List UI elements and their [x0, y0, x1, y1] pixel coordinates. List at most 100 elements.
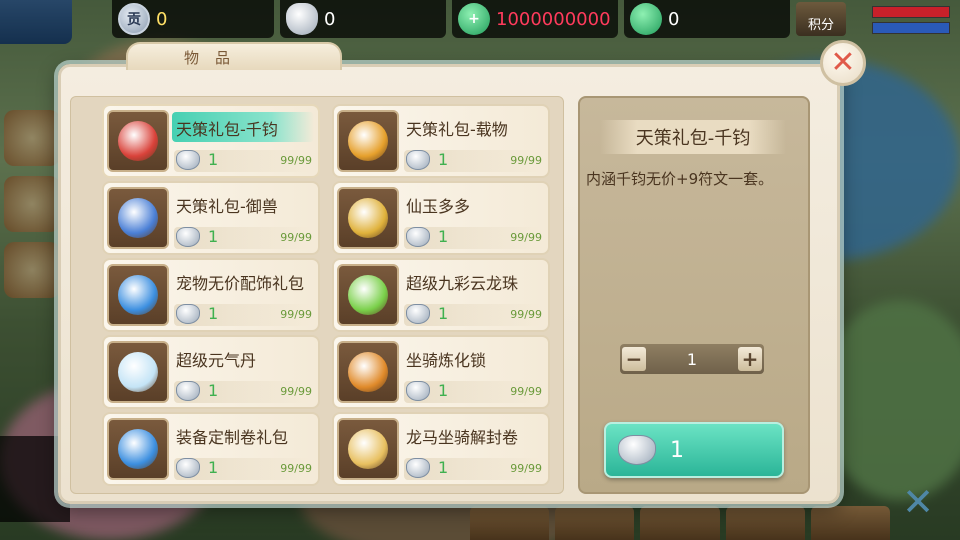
locked-jade-icon [630, 3, 662, 35]
item-card[interactable]: 超级九彩云龙珠 1 99/99 [332, 258, 550, 332]
item-card[interactable]: 龙马坐骑解封卷 1 99/99 [332, 412, 550, 486]
item-card[interactable]: 宠物无价配饰礼包 1 99/99 [102, 258, 320, 332]
quantity-value[interactable]: 1 [687, 350, 697, 369]
item-price: 1 [208, 227, 219, 246]
quantity-stepper: − 1 + [620, 344, 764, 374]
item-card[interactable]: 装备定制卷礼包 1 99/99 [102, 412, 320, 486]
close-icon: ✕ [830, 45, 856, 80]
item-card[interactable]: 坐骑炼化锁 1 99/99 [332, 335, 550, 409]
silver-icon [176, 381, 200, 401]
silver-icon [406, 458, 430, 478]
gift-icon [348, 198, 388, 238]
item-name: 宠物无价配饰礼包 [176, 274, 305, 293]
item-icon [107, 187, 169, 249]
item-name: 超级九彩云龙珠 [406, 274, 519, 293]
item-icon [107, 341, 169, 403]
gift-icon [118, 429, 158, 469]
item-name: 天策礼包-千钧 [176, 120, 278, 139]
buy-button[interactable]: 1 [604, 422, 784, 478]
item-icon [107, 264, 169, 326]
silver-currency: 0 [280, 0, 446, 38]
item-stock: 99/99 [280, 462, 312, 475]
item-price: 1 [438, 150, 449, 169]
item-stock: 99/99 [510, 231, 542, 244]
item-card[interactable]: 仙玉多多 1 99/99 [332, 181, 550, 255]
item-price: 1 [438, 381, 449, 400]
silver-icon [406, 150, 430, 170]
silver-icon [618, 435, 656, 465]
gong-icon: 贡 [118, 3, 150, 35]
item-price: 1 [438, 227, 449, 246]
item-icon [107, 418, 169, 480]
silver-icon [406, 381, 430, 401]
gift-icon [118, 198, 158, 238]
jade-add-icon[interactable]: + [458, 3, 490, 35]
gift-icon [348, 121, 388, 161]
item-name: 仙玉多多 [406, 197, 471, 216]
gift-icon [118, 352, 158, 392]
mp-bar [872, 22, 950, 34]
item-name: 装备定制卷礼包 [176, 428, 289, 447]
locked-jade-currency: 0 [624, 0, 790, 38]
item-name: 天策礼包-载物 [406, 120, 508, 139]
jade-value: 1000000000 [496, 8, 611, 30]
status-bars [872, 6, 950, 36]
item-card[interactable]: 天策礼包-千钧 1 99/99 [102, 104, 320, 178]
silver-value: 0 [324, 8, 336, 30]
item-name: 龙马坐骑解封卷 [406, 428, 519, 447]
gift-icon [348, 275, 388, 315]
gift-icon [118, 121, 158, 161]
gong-currency: 贡 0 [112, 0, 274, 38]
silver-icon [176, 304, 200, 324]
gift-icon [348, 429, 388, 469]
tab-items[interactable]: 物品 [126, 42, 342, 70]
item-price: 1 [438, 304, 449, 323]
gong-value: 0 [156, 8, 168, 30]
silver-icon [176, 227, 200, 247]
item-card[interactable]: 天策礼包-载物 1 99/99 [332, 104, 550, 178]
locked-jade-value: 0 [668, 8, 680, 30]
item-stock: 99/99 [280, 308, 312, 321]
item-icon [337, 341, 399, 403]
item-stock: 99/99 [510, 154, 542, 167]
item-name: 超级元气丹 [176, 351, 257, 370]
item-name: 坐骑炼化锁 [406, 351, 487, 370]
item-stock: 99/99 [510, 308, 542, 321]
item-price: 1 [208, 304, 219, 323]
silver-add-icon[interactable] [286, 3, 318, 35]
detail-description: 内涵千钧无价+9符文一套。 [586, 170, 774, 188]
item-icon [337, 264, 399, 326]
plus-button[interactable]: + [738, 347, 762, 371]
item-price: 1 [208, 458, 219, 477]
item-icon [337, 187, 399, 249]
silver-icon [176, 150, 200, 170]
item-grid: 天策礼包-千钧 1 99/99 天策礼包-载物 1 99/99 天策礼包-御兽 1 99/99 仙… [102, 104, 554, 486]
item-price: 1 [208, 381, 219, 400]
item-price: 1 [438, 458, 449, 477]
item-price: 1 [208, 150, 219, 169]
minus-button[interactable]: − [622, 347, 646, 371]
gift-icon [348, 352, 388, 392]
item-name: 天策礼包-御兽 [176, 197, 278, 216]
silver-icon [176, 458, 200, 478]
silver-icon [406, 304, 430, 324]
gift-icon [118, 275, 158, 315]
jade-currency: + 1000000000 [452, 0, 618, 38]
item-card[interactable]: 天策礼包-御兽 1 99/99 [102, 181, 320, 255]
close-button[interactable]: ✕ [820, 40, 866, 86]
item-stock: 99/99 [280, 385, 312, 398]
hp-bar [872, 6, 950, 18]
item-stock: 99/99 [510, 462, 542, 475]
item-stock: 99/99 [280, 231, 312, 244]
points-button[interactable]: 积分 [796, 2, 846, 36]
item-card[interactable]: 超级元气丹 1 99/99 [102, 335, 320, 409]
currency-bar: 贡 0 0 + 1000000000 0 积分 [0, 0, 960, 40]
item-stock: 99/99 [280, 154, 312, 167]
item-icon [337, 418, 399, 480]
silver-icon [406, 227, 430, 247]
buy-price: 1 [670, 437, 684, 463]
detail-title: 天策礼包-千钧 [600, 120, 786, 154]
item-stock: 99/99 [510, 385, 542, 398]
item-icon [107, 110, 169, 172]
item-icon [337, 110, 399, 172]
